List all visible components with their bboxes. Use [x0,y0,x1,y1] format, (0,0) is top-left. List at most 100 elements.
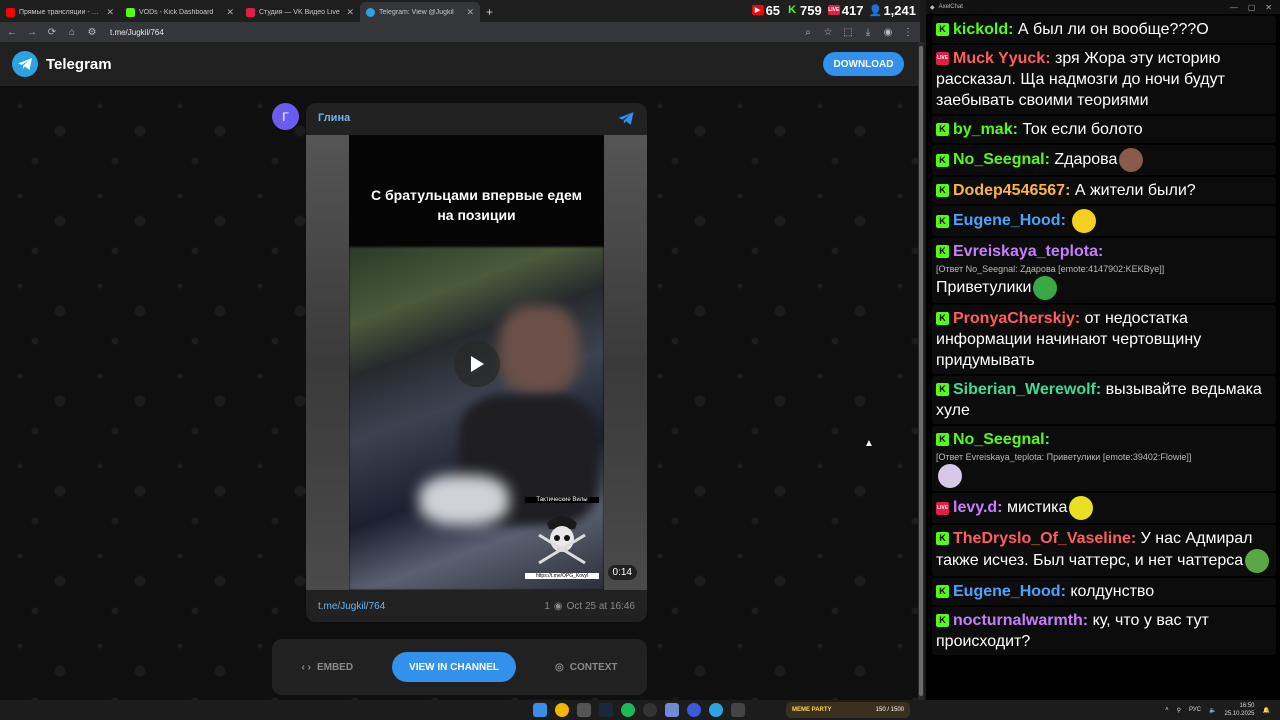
post-link[interactable]: t.me/Jugkil/764 [318,601,385,612]
chat-text: А был ли он вообще???О [1017,21,1209,38]
embed-label: EMBED [316,661,354,673]
menu-icon[interactable]: ⋮ [902,27,914,38]
chat-text: мистика [1006,499,1068,517]
chevron-up-icon[interactable]: ˄ [1165,707,1169,713]
obs-icon[interactable] [643,703,657,717]
windows-start-icon[interactable] [533,703,547,717]
tab-telegram[interactable]: Telegram: View @Jugkil ✕ [360,2,480,22]
live-badge-icon: LIVE [936,501,949,515]
close-icon[interactable]: ✕ [1265,3,1272,12]
zoom-icon[interactable]: ⌕ [802,27,814,38]
chat-nickname[interactable]: Siberian_Werewolf: [953,381,1101,398]
maximize-icon[interactable]: ▢ [1248,3,1256,12]
reload-icon[interactable]: ⟳ [46,27,58,38]
bookmark-star-icon[interactable]: ☆ [822,27,834,38]
video-frame: С братульцами впервые едем на позиции Та… [349,135,604,590]
minimize-icon[interactable]: — [1230,3,1238,12]
scrollbar[interactable] [918,42,924,700]
channel-name[interactable]: Глина [318,112,350,124]
meme-party-widget[interactable]: MEME PARTY 150 / 1500 [786,702,910,718]
home-icon[interactable]: ⌂ [66,27,78,38]
close-icon[interactable]: ✕ [226,7,234,18]
globe-icon: ◎ [555,661,564,673]
extension-icon[interactable]: ⬚ [842,27,854,38]
chat-nickname[interactable]: kickold: [953,21,1013,38]
app-icon[interactable] [731,703,745,717]
watermark-link: https://t.me/OPG_Kovyl [525,573,599,579]
download-icon[interactable]: ⤓ [862,27,874,38]
app-icon[interactable] [577,703,591,717]
emote-icon [938,464,962,488]
chat-nickname[interactable]: by_mak: [953,121,1018,138]
action-bar: ‹ › EMBED VIEW IN CHANNEL ◎ CONTEXT [272,639,647,695]
chat-nickname[interactable]: levy.d: [953,499,1003,516]
chat-message-list: Kkickold: А был ли он вообще???О LIVE Muck… [926,16,1280,655]
volume-icon[interactable]: 🔈 [1209,707,1216,714]
download-button[interactable]: DOWNLOAD [823,52,904,76]
tab-title: VODs - Kick Dashboard [139,8,214,16]
kick-icon [126,7,135,17]
taskbar-apps [533,703,745,717]
chat-nickname[interactable]: TheDryslo_Of_Vaseline: [953,530,1136,547]
chat-message: K Dodep4546567: А жители были? [932,177,1276,204]
notification-icon[interactable]: 🔔 [1263,707,1270,714]
play-button[interactable] [454,341,500,387]
media-player-icon[interactable] [687,703,701,717]
chat-nickname[interactable]: Muck Yyuck: [953,50,1051,67]
watermark-logo: Тактические Вилы https://t.me/OPG_Kovyl [525,497,599,583]
telegram-logo-icon[interactable] [12,51,38,77]
language-indicator[interactable]: РУС [1189,707,1201,713]
site-info-icon[interactable]: ⚙ [86,27,98,38]
chat-nickname[interactable]: No_Seegnal: [953,151,1050,168]
close-icon[interactable]: ✕ [346,7,354,18]
video-shoe [419,475,509,525]
telegram-brand[interactable]: Telegram [46,56,112,73]
emote-icon [1245,549,1270,573]
chat-text: А жители были? [1074,182,1196,199]
scrollbar-thumb[interactable] [919,46,923,696]
address-bar[interactable]: t.me/Jugkil/764 [106,24,794,40]
chat-message: K Evreiskaya_teplota: [Ответ No_Seegnal: Z… [932,238,1276,303]
video-blur-right [604,135,647,590]
youtube-viewers: ▶ 65 [751,3,780,18]
chat-nickname[interactable]: Eugene_Hood: [953,212,1066,229]
tab-kick[interactable]: VODs - Kick Dashboard ✕ [120,2,240,22]
chat-nickname[interactable]: Eugene_Hood: [953,583,1066,600]
chat-message: K PronyaCherskiy: от недостатка информаци… [932,305,1276,374]
spotify-icon[interactable] [621,703,635,717]
telegram-icon [366,7,375,17]
chat-message: Kkickold: А был ли он вообще???О [932,16,1276,43]
video-player[interactable]: С братульцами впервые едем на позиции Та… [306,135,647,590]
discord-icon[interactable] [665,703,679,717]
new-tab-button[interactable]: + [480,2,499,22]
chrome-icon[interactable] [555,703,569,717]
view-in-channel-button[interactable]: VIEW IN CHANNEL [392,652,517,682]
close-icon[interactable]: ✕ [106,7,114,18]
embed-button[interactable]: ‹ › EMBED [301,662,353,673]
profile-icon[interactable]: ◉ [882,27,894,38]
chat-message: Knocturnalwarmth: ку, что у вас тут прои… [932,607,1276,655]
kick-badge-icon: K [936,123,949,137]
chat-nickname[interactable]: PronyaCherskiy: [953,310,1080,327]
clock[interactable]: 16:50 25.10.2025 [1224,702,1254,718]
chat-message: K Eugene_Hood: колдунство [932,578,1276,605]
forward-icon[interactable]: → [26,27,38,38]
chat-nickname[interactable]: Evreiskaya_teplota: [953,243,1103,260]
telegram-icon[interactable] [709,703,723,717]
kick-badge-icon: K [936,214,949,228]
tab-youtube[interactable]: Прямые трансляции - YouTube ✕ [0,2,120,22]
chat-nickname[interactable]: Dodep4546567: [953,182,1070,199]
network-icon[interactable]: ⚲ [1177,707,1181,714]
chat-text: колдунство [1070,583,1155,600]
chat-nickname[interactable]: nocturnalwarmth: [953,612,1088,629]
taskbar: MEME PARTY 150 / 1500 ˄ ⚲ РУС 🔈 16:50 25… [0,700,1280,720]
back-icon[interactable]: ← [6,27,18,38]
tab-vk[interactable]: Студия — VK Видео Live ✕ [240,2,360,22]
chat-nickname[interactable]: No_Seegnal: [953,431,1050,448]
steam-icon[interactable] [599,703,613,717]
context-button[interactable]: ◎ CONTEXT [555,662,618,673]
system-tray: ˄ ⚲ РУС 🔈 16:50 25.10.2025 🔔 [1165,702,1270,718]
close-icon[interactable]: ✕ [466,7,474,18]
channel-avatar[interactable]: Г [272,103,299,130]
tab-title: Студия — VK Видео Live [259,8,340,16]
